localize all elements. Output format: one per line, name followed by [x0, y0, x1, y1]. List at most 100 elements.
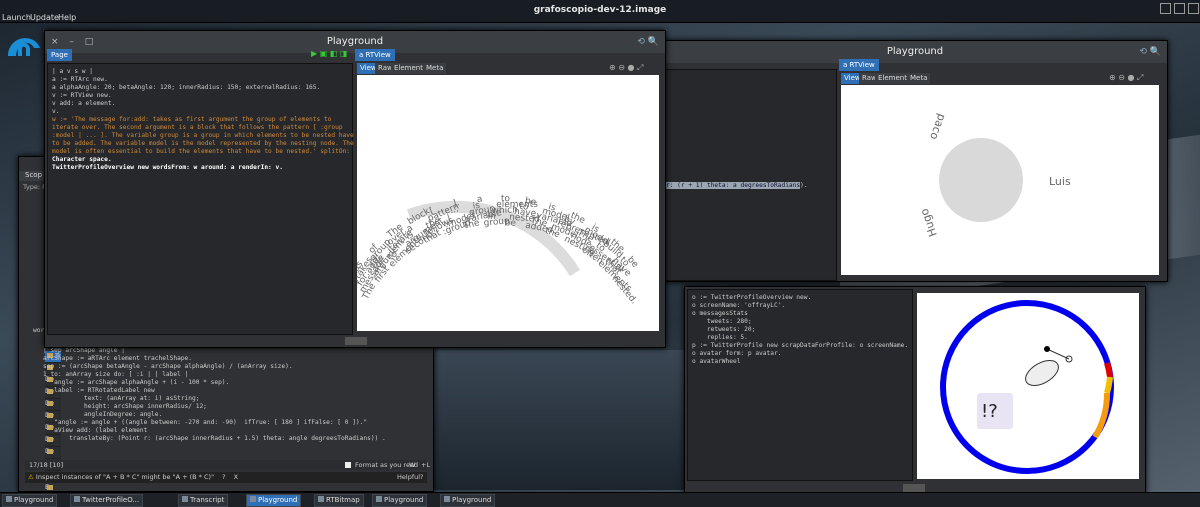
taskbar-button[interactable]: RTBitmap — [314, 494, 364, 507]
code-line: angle := arcShape alphaAngle + (i - 100 … — [43, 379, 230, 386]
code-line: height: arcShape innerRadius/ 12; — [43, 403, 207, 410]
resize-handle[interactable] — [903, 484, 925, 492]
name-label: Hugo — [918, 207, 940, 239]
window-icon — [318, 496, 324, 502]
code-line: label := RTRotatedLabel new — [43, 387, 155, 394]
image-title: grafoscopio-dev-12.image — [533, 5, 667, 15]
w-toggle[interactable]: W — [409, 460, 415, 470]
avatar-bird-icon — [1025, 360, 1059, 386]
code-pane[interactable]: r: (r + 1) theta: a degreesToRadians). — [665, 69, 837, 281]
method-code-editor[interactable]: | sep arcShape angle | arcShape := aRTArc… — [43, 347, 386, 443]
tab-page[interactable]: Page — [47, 49, 72, 61]
avatar-wheel: !? — [940, 300, 1114, 474]
code-line: Character space. — [52, 156, 112, 163]
code-selection: r: (r + 1) theta: a degreesToRadians — [666, 182, 801, 189]
wheel-orange-segment — [1092, 392, 1111, 439]
helpful-label: Helpful? — [397, 473, 424, 481]
maximize-icon[interactable] — [1174, 3, 1185, 14]
window-titlebar[interactable]: Playground ⟲ 🔍 — [663, 41, 1167, 63]
line-counter: 17/18 [10] — [29, 461, 64, 469]
taskbar-button[interactable]: Playground — [246, 494, 302, 507]
taskbar: Playground TwitterProfileO... Transcript Pl… — [0, 492, 1200, 507]
code-line: angleInDegree: angle. — [43, 411, 163, 418]
code-line: text: (anArray at: i) asString; — [43, 395, 200, 402]
taskbar-label: Playground — [14, 496, 54, 504]
subtab-meta[interactable]: Meta — [423, 63, 447, 74]
rtview-canvas-names[interactable]: paco Luis Hugo — [841, 85, 1159, 275]
code-line: v add: a element. — [52, 100, 116, 107]
avatar-code[interactable]: o := TwitterProfileOverview new. o screen… — [692, 294, 908, 366]
menubar: Launch Update Help grafoscopio-dev-12.im… — [0, 0, 1200, 23]
code-line: arcShape := aRTArc element trachelShape. — [43, 355, 193, 362]
avatar-wheel-canvas[interactable]: !? — [917, 293, 1139, 479]
tab-rtview[interactable]: a RTView — [355, 49, 395, 61]
code-selected-line[interactable]: r: (r + 1) theta: a degreesToRadians). — [666, 182, 808, 190]
taskbar-button[interactable]: Playground — [2, 494, 58, 507]
tab-rtview[interactable]: a RTView — [839, 59, 879, 71]
center-circle — [939, 138, 1023, 222]
hint-bar: ⚠ Inspect instances of "A + B * C" might… — [25, 472, 427, 483]
code-line: w := 'The message for:add: takes as firs… — [52, 116, 332, 123]
folder-icon — [47, 449, 53, 454]
taskbar-label: RTBitmap — [326, 496, 360, 504]
code-word: wor — [33, 327, 45, 334]
code-line: o := TwitterProfileOverview new. — [692, 294, 812, 301]
window-tools-icon[interactable]: ⟲ 🔍 — [637, 31, 659, 53]
avatar-playground-window: o := TwitterProfileOverview new. o screen… — [684, 286, 1146, 494]
window-icon — [6, 496, 12, 502]
wheel-red-segment — [1104, 362, 1113, 378]
code-line: | a v s w | — [52, 68, 93, 75]
playground-editor[interactable]: | a v s w | a := RTArc new. a alphaAngle: … — [47, 63, 354, 335]
arc-word-label: to — [501, 194, 511, 204]
zoom-tools-icon[interactable]: ⊕ ⊖ ● ⤢ — [609, 63, 643, 73]
code-line: tweets: 280; — [692, 318, 752, 325]
main-title: Playground — [326, 36, 384, 47]
code-line: | sep arcShape angle | — [43, 347, 125, 354]
code-line: a alphaAngle: 20; betaAngle: 120; innerR… — [52, 84, 321, 91]
close-icon[interactable] — [1188, 3, 1199, 14]
package-list-item[interactable]: De — [45, 447, 61, 467]
resize-handle[interactable] — [345, 337, 367, 345]
zoom-tools-icon[interactable]: ⊕ ⊖ ● ⤢ — [1109, 73, 1143, 83]
taskbar-button[interactable]: Playground — [440, 494, 496, 507]
code-line: o screenName: 'offrayLC'. — [692, 302, 786, 309]
taskbar-button[interactable]: TwitterProfileO... — [70, 494, 144, 507]
code-line: o avatarWheel — [692, 358, 741, 365]
taskbar-button[interactable]: Playground — [372, 494, 428, 507]
code-line: v := RTView new. — [52, 92, 112, 99]
l-toggle[interactable]: +L — [421, 460, 430, 470]
rtview-canvas-arc[interactable]: The message for:add: takes as first argument th… — [351, 75, 659, 331]
avatar-code-pane[interactable]: o := TwitterProfileOverview new. o screen… — [687, 289, 913, 481]
code-line: model is often essential to build the el… — [52, 148, 351, 155]
window-icon — [74, 496, 80, 502]
code-line: v. — [52, 108, 60, 115]
window-tools-icon[interactable]: ⟲ 🔍 — [1139, 41, 1161, 63]
package-list-item[interactable]: FF — [45, 483, 61, 491]
code-line: a := RTArc new. — [52, 76, 108, 83]
format-checkbox[interactable] — [345, 462, 351, 468]
name-label: paco — [927, 112, 948, 142]
code-line: o avatar form: p avatar. — [692, 350, 782, 357]
run-icon[interactable]: ▶ ▣ ◧ ◨ — [311, 49, 347, 58]
playground-code[interactable]: | a v s w | a := RTArc new. a alphaAngle: … — [52, 68, 354, 172]
code-line: TwitterProfileOverview new wordsFrom: w … — [52, 164, 283, 171]
taskbar-button[interactable]: Transcript — [178, 494, 229, 507]
taskbar-label: Playground — [452, 496, 492, 504]
arc-word-label: be — [524, 196, 537, 208]
code-tail: ). — [800, 182, 808, 189]
code-line: to be added. The variable model is the m… — [52, 140, 354, 147]
hint-help-icon[interactable]: ? — [222, 473, 225, 481]
arc-visualization: Themessagefor:add:takesas firstargumentth… — [351, 194, 640, 306]
wheel-yellow-segment — [1104, 376, 1113, 394]
code-line: retweets: 20; — [692, 326, 756, 333]
code-line: translateBy: (Point r: (arcShape innerRa… — [43, 435, 386, 442]
window-icon — [444, 496, 450, 502]
warning-icon: ⚠ — [28, 473, 34, 481]
minimize-icon[interactable] — [1160, 3, 1171, 14]
taskbar-label: Playground — [384, 496, 424, 504]
status-line: 17/18 [10] Format as you read W +L — [25, 460, 430, 470]
code-line: p := TwitterProfile new scrapDataForProf… — [692, 342, 909, 349]
pharo-logo-icon — [8, 38, 40, 56]
subtab-meta[interactable]: Meta — [907, 73, 931, 84]
hint-close-icon[interactable]: X — [234, 473, 238, 481]
